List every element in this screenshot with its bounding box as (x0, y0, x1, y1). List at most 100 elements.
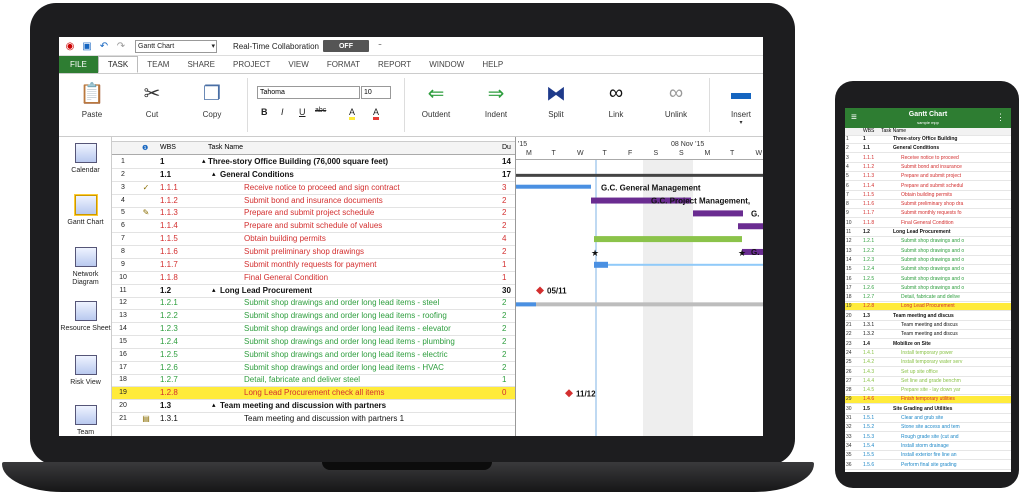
table-row[interactable]: 11 1.2 ▴ Long Lead Procurement 30 (112, 285, 515, 298)
table-row[interactable]: 6 1.1.4 Prepare and submit schedule of val… (112, 220, 515, 234)
font-size-select[interactable]: 10 (361, 86, 391, 99)
collapse-icon[interactable]: ▴ (202, 157, 206, 165)
redo-icon[interactable]: ↷ (115, 40, 127, 52)
phone-task-row[interactable]: 31 1.5.1 Clear and grub site (845, 415, 1011, 423)
tab-view[interactable]: VIEW (279, 56, 317, 73)
phone-task-row[interactable]: 22 1.3.2 Team meeting and discus (845, 331, 1011, 340)
phone-task-row[interactable]: 28 1.4.5 Prepare site - lay down yar (845, 387, 1011, 396)
copy-button[interactable]: ❐ Copy (189, 80, 235, 120)
collaboration-toggle[interactable]: OFF (322, 40, 369, 52)
table-row[interactable]: 12 1.2.1 Submit shop drawings and order lo… (112, 297, 515, 311)
table-row[interactable]: 3 ✓ 1.1.1 Receive notice to proceed and sig… (112, 182, 515, 195)
collapse-icon[interactable]: ▴ (212, 401, 216, 409)
phone-task-row[interactable]: 26 1.4.3 Set up site office (845, 369, 1011, 377)
table-row[interactable]: 13 1.2.2 Submit shop drawings and order lo… (112, 310, 515, 324)
table-row[interactable]: 19 1.2.8 Long Lead Procurement check all i… (112, 387, 515, 401)
strikethrough-button[interactable]: abc (315, 107, 326, 114)
phone-task-row[interactable]: 11 1.2 Long Lead Procurement (845, 229, 1011, 237)
highlight-button[interactable]: A (349, 107, 356, 120)
duration-column-header[interactable]: Du (502, 144, 511, 151)
phone-task-row[interactable]: 16 1.2.5 Submit shop drawings and o (845, 276, 1011, 284)
phone-task-row[interactable]: 3 1.1.1 Receive notice to proceed (845, 155, 1011, 163)
tab-project[interactable]: PROJECT (224, 56, 279, 73)
view-risk-view[interactable]: Risk View (59, 355, 112, 387)
view-gantt-chart[interactable]: Gantt Chart (59, 195, 112, 227)
phone-task-row[interactable]: 20 1.3 Team meeting and discus (845, 313, 1011, 321)
phone-task-row[interactable]: 21 1.3.1 Team meeting and discus (845, 322, 1011, 330)
phone-task-row[interactable]: 35 1.5.5 Install exterior fire line an (845, 452, 1011, 461)
phone-task-row[interactable]: 32 1.5.2 Stone site access and tem (845, 424, 1011, 433)
phone-task-row[interactable]: 2 1.1 General Conditions (845, 145, 1011, 154)
table-row[interactable]: 10 1.1.8 Final General Condition 1 (112, 272, 515, 285)
customize-icon[interactable]: ⁼ (374, 40, 386, 52)
phone-task-row[interactable]: 29 1.4.6 Finish temporary utilities (845, 396, 1011, 405)
view-team[interactable]: Team (59, 405, 112, 436)
phone-task-row[interactable]: 25 1.4.2 Install temporary water serv (845, 359, 1011, 368)
table-row[interactable]: 17 1.2.6 Submit shop drawings and order lo… (112, 362, 515, 375)
collapse-icon[interactable]: ▴ (212, 170, 216, 178)
save-icon[interactable]: ▣ (81, 40, 93, 52)
table-row[interactable]: 7 1.1.5 Obtain building permits 4 (112, 233, 515, 247)
phone-task-row[interactable]: 7 1.1.5 Obtain building permits (845, 192, 1011, 200)
task-name-column-header[interactable]: Task Name (208, 144, 243, 151)
italic-button[interactable]: I (281, 107, 284, 117)
phone-task-row[interactable]: 33 1.5.3 Rough grade site (cut and (845, 434, 1011, 442)
split-button[interactable]: ⧓ Split (533, 80, 579, 120)
cut-button[interactable]: ✂ Cut (129, 80, 175, 120)
phone-task-row[interactable]: 14 1.2.3 Submit shop drawings and o (845, 257, 1011, 265)
tab-format[interactable]: FORMAT (318, 56, 369, 73)
tab-window[interactable]: WINDOW (420, 56, 473, 73)
phone-task-row[interactable]: 23 1.4 Mobilize on Site (845, 341, 1011, 349)
link-button[interactable]: ∞ Link (593, 80, 639, 120)
outdent-button[interactable]: ⇐ Outdent (413, 80, 459, 120)
collapse-icon[interactable]: ▴ (212, 286, 216, 294)
unlink-button[interactable]: ∞ Unlink (653, 80, 699, 120)
table-row[interactable]: 18 1.2.7 Detail, fabricate and deliver ste… (112, 374, 515, 388)
insert-button[interactable]: ▬ Insert ▾ (718, 80, 763, 127)
view-resource-sheet[interactable]: Resource Sheet (59, 301, 112, 333)
tab-report[interactable]: REPORT (369, 56, 420, 73)
view-calendar[interactable]: Calendar (59, 143, 112, 175)
view-network-diagram[interactable]: Network Diagram (59, 247, 112, 287)
phone-task-row[interactable]: 18 1.2.7 Detail, fabricate and delive (845, 294, 1011, 303)
bold-button[interactable]: B (261, 107, 268, 117)
phone-task-row[interactable]: 24 1.4.1 Install temporary power (845, 350, 1011, 358)
phone-task-row[interactable]: 9 1.1.7 Submit monthly requests fo (845, 210, 1011, 219)
table-row[interactable]: 5 ✎ 1.1.3 Prepare and submit project schedu… (112, 207, 515, 221)
indent-button[interactable]: ⇒ Indent (473, 80, 519, 120)
phone-task-row[interactable]: 1 1 Three-story Office Building (845, 136, 1011, 144)
table-row[interactable]: 16 1.2.5 Submit shop drawings and order lo… (112, 349, 515, 362)
phone-task-row[interactable]: 30 1.5 Site Grading and Utilities (845, 406, 1011, 414)
font-family-select[interactable]: Tahoma (257, 86, 360, 99)
phone-task-row[interactable]: 10 1.1.8 Final General Condition (845, 220, 1011, 228)
table-row[interactable]: 4 1.1.2 Submit bond and insurance document… (112, 195, 515, 208)
table-row[interactable]: 15 1.2.4 Submit shop drawings and order lo… (112, 336, 515, 349)
phone-task-row[interactable]: 27 1.4.4 Set line and grade benchm (845, 378, 1011, 386)
more-icon[interactable]: ⋮ (996, 112, 1005, 123)
tab-team[interactable]: TEAM (138, 56, 178, 73)
table-row[interactable]: 1 1 ▴ Three-story Office Building (76,000 s… (112, 156, 515, 169)
table-row[interactable]: 21 ▤ 1.3.1 Team meeting and discussion with… (112, 413, 515, 426)
table-row[interactable]: 2 1.1 ▴ General Conditions 17 (112, 169, 515, 182)
phone-task-row[interactable]: 8 1.1.6 Submit preliminary shop dra (845, 201, 1011, 210)
phone-task-row[interactable]: 13 1.2.2 Submit shop drawings and o (845, 248, 1011, 256)
tab-file[interactable]: FILE (59, 56, 98, 73)
phone-task-row[interactable]: 34 1.5.4 Install storm drainage (845, 443, 1011, 451)
phone-task-row[interactable]: 12 1.2.1 Submit shop drawings and o (845, 238, 1011, 247)
phone-task-row[interactable]: 19 1.2.8 Long Lead Procurement (845, 303, 1011, 312)
table-row[interactable]: 8 1.1.6 Submit preliminary shop drawings 2 (112, 246, 515, 259)
phone-task-row[interactable]: 6 1.1.4 Prepare and submit schedul (845, 183, 1011, 191)
view-select[interactable]: Gantt Chart (135, 39, 217, 53)
paste-button[interactable]: 📋 Paste (69, 80, 115, 120)
wbs-column-header[interactable]: WBS (160, 144, 176, 151)
phone-task-row[interactable]: 36 1.5.6 Perform final site grading (845, 462, 1011, 470)
phone-task-row[interactable]: 5 1.1.3 Prepare and submit project (845, 173, 1011, 182)
phone-task-row[interactable]: 17 1.2.6 Submit shop drawings and o (845, 285, 1011, 293)
table-row[interactable]: 14 1.2.3 Submit shop drawings and order lo… (112, 323, 515, 337)
tab-share[interactable]: SHARE (178, 56, 224, 73)
tab-task[interactable]: TASK (97, 56, 139, 73)
table-row[interactable]: 9 1.1.7 Submit monthly requests for paymen… (112, 259, 515, 272)
underline-button[interactable]: U (299, 107, 306, 117)
font-color-button[interactable]: A (373, 107, 380, 120)
undo-icon[interactable]: ↶ (98, 40, 110, 52)
